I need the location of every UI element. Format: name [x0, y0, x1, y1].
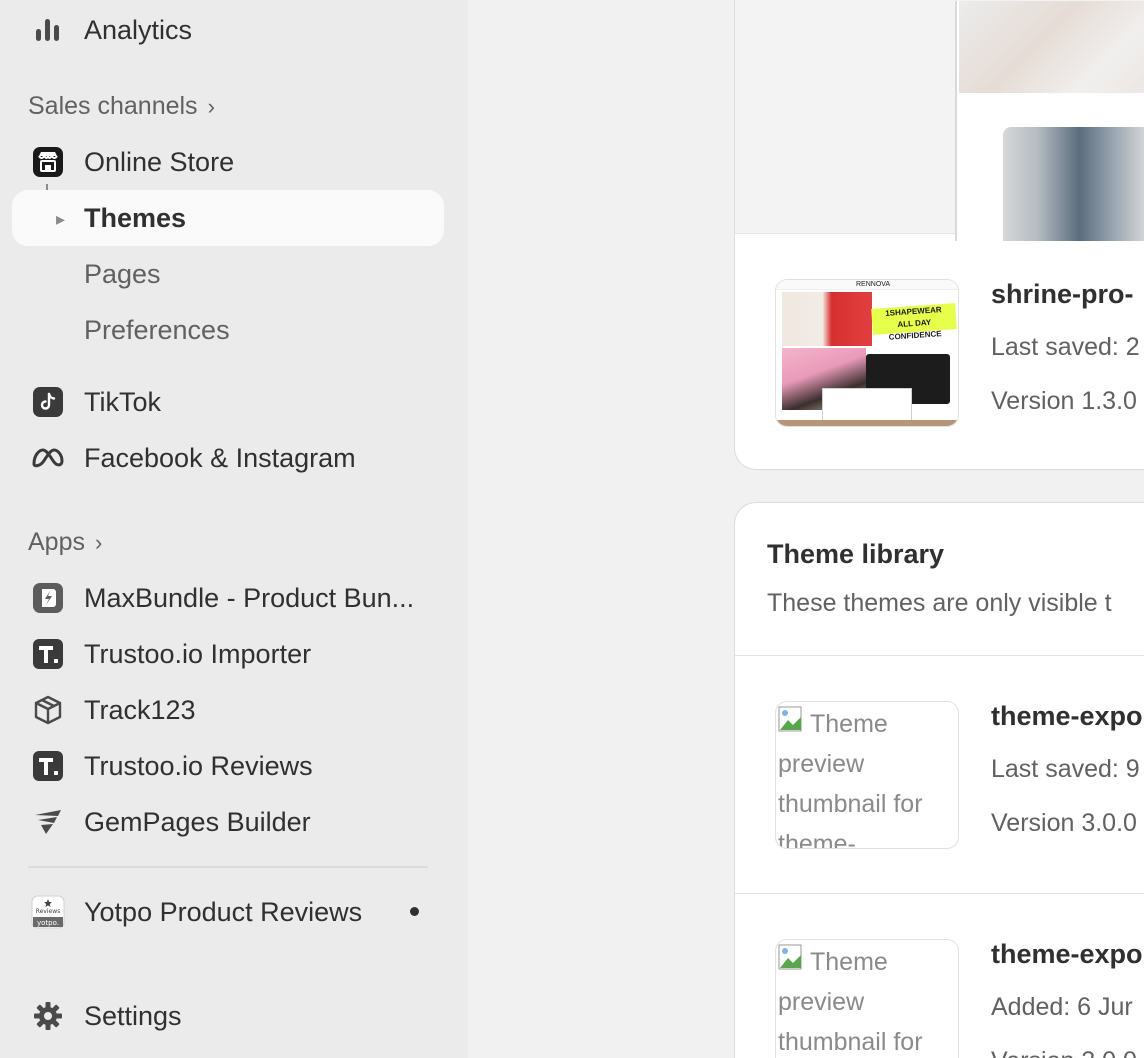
- apps-header[interactable]: Apps ›: [28, 528, 102, 557]
- current-theme-thumbnail[interactable]: RENNOVA 1SHAPEWEAR ALL DAY CONFIDENCE: [775, 279, 959, 427]
- package-icon: [30, 694, 66, 726]
- mini-banner-line2: ALL DAY CONFIDENCE: [888, 317, 942, 342]
- yotpo-icon: Reviews yotpo.: [30, 895, 66, 929]
- nav-yotpo[interactable]: Reviews yotpo. Yotpo Product Reviews: [12, 884, 444, 940]
- nav-pages[interactable]: Pages: [12, 246, 444, 302]
- apps-label: Apps: [28, 528, 85, 556]
- gempages-icon: [30, 806, 66, 838]
- preview-photo-window: [1003, 127, 1144, 241]
- store-icon: [30, 146, 66, 178]
- nav-gempages[interactable]: GemPages Builder: [12, 794, 444, 850]
- current-theme-card: RENNOVA 1SHAPEWEAR ALL DAY CONFIDENCE sh…: [734, 0, 1144, 470]
- library-theme-version: Version 3.0.0: [991, 1047, 1137, 1058]
- sales-channels-label: Sales channels: [28, 92, 198, 120]
- yotpo-icon-brand: yotpo.: [37, 919, 59, 927]
- sidebar: Analytics Sales channels › Online Store …: [0, 0, 468, 1058]
- library-theme-name: theme-expo: [991, 939, 1143, 969]
- meta-icon: [30, 442, 66, 474]
- nav-facebook-instagram[interactable]: Facebook & Instagram: [12, 430, 444, 486]
- nav-settings[interactable]: Settings: [12, 988, 444, 1044]
- theme-library-subtitle: These themes are only visible t: [767, 589, 1112, 617]
- gear-icon: [30, 1000, 66, 1032]
- yotpo-icon-text: Reviews: [36, 908, 61, 915]
- theme-preview-frame[interactable]: [955, 1, 1144, 241]
- broken-image-icon: [778, 944, 802, 970]
- tiktok-icon: [30, 386, 66, 418]
- chevron-right-icon: ›: [94, 529, 103, 555]
- library-divider: [735, 655, 1144, 656]
- library-theme-version: Version 3.0.0: [991, 809, 1137, 837]
- current-theme-last-saved: Last saved: 2: [991, 333, 1140, 361]
- current-theme-name: shrine-pro-: [991, 279, 1134, 309]
- broken-image: Theme preview thumbnail for: [776, 940, 958, 1058]
- library-divider: [735, 893, 1144, 894]
- theme-library-title: Theme library: [767, 539, 945, 569]
- preview-photo-top: [959, 1, 1144, 93]
- nav-facebook-label: Facebook & Instagram: [84, 442, 356, 473]
- nav-preferences[interactable]: Preferences: [12, 302, 444, 358]
- nav-pages-label: Pages: [84, 258, 161, 289]
- nav-maxbundle[interactable]: MaxBundle - Product Bun...: [12, 570, 444, 626]
- nav-trustoo-reviews-label: Trustoo.io Reviews: [84, 750, 313, 781]
- library-theme-name: theme-expo: [991, 701, 1143, 731]
- analytics-icon: [30, 14, 66, 46]
- store-mini-preview: RENNOVA 1SHAPEWEAR ALL DAY CONFIDENCE: [776, 280, 958, 426]
- main-content: RENNOVA 1SHAPEWEAR ALL DAY CONFIDENCE sh…: [468, 0, 1144, 1058]
- mini-banner: 1SHAPEWEAR ALL DAY CONFIDENCE: [871, 303, 957, 342]
- sales-channels-header[interactable]: Sales channels ›: [28, 92, 215, 121]
- tree-arrow-icon: ▸: [56, 209, 66, 229]
- nav-yotpo-label: Yotpo Product Reviews: [84, 896, 363, 927]
- library-theme-thumbnail[interactable]: Theme preview thumbnail for theme-: [775, 701, 959, 849]
- nav-online-store[interactable]: Online Store: [12, 134, 444, 190]
- nav-analytics-label: Analytics: [84, 14, 193, 45]
- library-theme-thumbnail[interactable]: Theme preview thumbnail for: [775, 939, 959, 1058]
- notification-dot: [410, 907, 419, 916]
- sidebar-divider: [28, 866, 428, 868]
- library-theme-meta: Last saved: 9: [991, 755, 1140, 783]
- nav-trustoo-reviews[interactable]: Trustoo.io Reviews: [12, 738, 444, 794]
- theme-preview-area: [735, 0, 1144, 241]
- mini-photo-1: [782, 292, 872, 346]
- current-theme-version: Version 1.3.0: [991, 387, 1137, 415]
- nav-tiktok-label: TikTok: [84, 386, 162, 417]
- nav-tiktok[interactable]: TikTok: [12, 374, 444, 430]
- nav-trustoo-importer[interactable]: Trustoo.io Importer: [12, 626, 444, 682]
- nav-gempages-label: GemPages Builder: [84, 806, 311, 837]
- broken-image: Theme preview thumbnail for theme-: [776, 702, 958, 848]
- trustoo-icon: [30, 750, 66, 782]
- nav-track123[interactable]: Track123: [12, 682, 444, 738]
- nav-online-store-label: Online Store: [84, 146, 235, 177]
- nav-maxbundle-label: MaxBundle - Product Bun...: [84, 582, 415, 613]
- nav-analytics[interactable]: Analytics: [12, 2, 444, 58]
- nav-settings-label: Settings: [84, 1000, 182, 1031]
- theme-library-card: Theme library These themes are only visi…: [734, 502, 1144, 1058]
- nav-themes-label: Themes: [84, 202, 187, 233]
- nav-preferences-label: Preferences: [84, 314, 230, 345]
- mini-brand: RENNOVA: [856, 281, 891, 288]
- nav-trustoo-importer-label: Trustoo.io Importer: [84, 638, 312, 669]
- library-theme-meta: Added: 6 Jur: [991, 993, 1133, 1021]
- chevron-right-icon: ›: [207, 93, 215, 119]
- nav-track123-label: Track123: [84, 694, 196, 725]
- broken-image-icon: [778, 706, 802, 732]
- maxbundle-icon: [30, 582, 66, 614]
- mini-strip: [776, 420, 958, 426]
- nav-themes[interactable]: Themes: [12, 190, 444, 246]
- trustoo-icon: [30, 638, 66, 670]
